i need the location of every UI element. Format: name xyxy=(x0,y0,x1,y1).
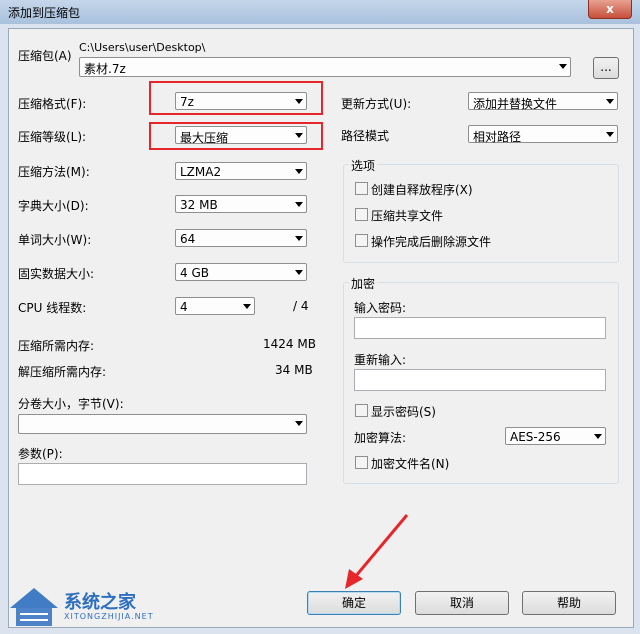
chevron-down-icon xyxy=(295,236,303,241)
method-label: 压缩方法(M): xyxy=(18,165,90,179)
cancel-button[interactable]: 取消 xyxy=(415,591,509,615)
volume-combo[interactable] xyxy=(18,414,307,434)
encrypt-names-checkbox[interactable] xyxy=(355,456,368,469)
options-title: 选项 xyxy=(349,157,378,174)
pathmode-select[interactable]: 相对路径 xyxy=(468,125,618,144)
chevron-down-icon xyxy=(295,169,303,174)
browse-button[interactable]: ... xyxy=(593,57,619,79)
encrypt-names-label: 加密文件名(N) xyxy=(371,457,450,471)
shared-label: 压缩共享文件 xyxy=(371,209,444,223)
word-select[interactable]: 64 xyxy=(175,229,307,247)
update-select[interactable]: 添加并替换文件 xyxy=(468,92,618,111)
mem-compress-label: 压缩所需内存: xyxy=(18,339,95,353)
highlight-box xyxy=(149,122,323,150)
method-select[interactable]: LZMA2 xyxy=(175,162,307,180)
threads-max: / 4 xyxy=(293,299,309,313)
pathmode-value: 相对路径 xyxy=(473,130,522,144)
delete-label: 操作完成后删除源文件 xyxy=(371,235,492,249)
level-label: 压缩等级(L): xyxy=(18,130,87,144)
sfx-checkbox[interactable] xyxy=(355,182,368,195)
dict-select[interactable]: 32 MB xyxy=(175,195,307,213)
method-value: LZMA2 xyxy=(180,165,222,179)
watermark-sub: XITONGZHIJIA.NET xyxy=(64,612,154,621)
show-password-checkbox[interactable] xyxy=(355,404,368,417)
sfx-label: 创建自释放程序(X) xyxy=(371,183,473,197)
highlight-box xyxy=(149,81,323,115)
params-label: 参数(P): xyxy=(18,447,63,461)
threads-value: 4 xyxy=(180,300,188,314)
help-button[interactable]: 帮助 xyxy=(522,591,616,615)
chevron-down-icon xyxy=(559,64,567,69)
threads-select[interactable]: 4 xyxy=(175,297,255,315)
mem-decompress-label: 解压缩所需内存: xyxy=(18,365,107,379)
threads-label: CPU 线程数: xyxy=(18,301,87,315)
mem-decompress-value: 34 MB xyxy=(275,363,313,377)
update-value: 添加并替换文件 xyxy=(473,97,558,111)
window-title: 添加到压缩包 xyxy=(8,6,81,20)
chevron-down-icon xyxy=(295,421,303,426)
show-password-label: 显示密码(S) xyxy=(371,405,436,419)
archive-path: C:\Users\user\Desktop\ xyxy=(79,41,206,54)
close-button[interactable]: x xyxy=(588,0,632,19)
chevron-down-icon xyxy=(606,99,614,104)
archive-name-combo[interactable]: 素材.7z xyxy=(79,57,571,77)
word-label: 单词大小(W): xyxy=(18,233,92,247)
solid-label: 固实数据大小: xyxy=(18,267,95,281)
pathmode-label: 路径模式 xyxy=(341,129,390,143)
site-watermark: 系统之家 XITONGZHIJIA.NET xyxy=(0,578,170,634)
archive-label: 压缩包(A) xyxy=(18,49,72,63)
password-input[interactable] xyxy=(354,317,606,339)
encryption-method-select[interactable]: AES-256 xyxy=(505,427,606,445)
chevron-down-icon xyxy=(594,434,602,439)
dialog-body: 压缩包(A) C:\Users\user\Desktop\ 素材.7z ... … xyxy=(8,28,634,628)
update-label: 更新方式(U): xyxy=(341,97,412,111)
encryption-method-value: AES-256 xyxy=(510,430,561,444)
chevron-down-icon xyxy=(295,202,303,207)
volume-label: 分卷大小，字节(V): xyxy=(18,397,124,411)
solid-select[interactable]: 4 GB xyxy=(175,263,307,281)
house-logo-icon xyxy=(10,588,58,626)
solid-value: 4 GB xyxy=(180,266,209,280)
chevron-down-icon xyxy=(295,270,303,275)
add-to-archive-dialog: 添加到压缩包 x 压缩包(A) C:\Users\user\Desktop\ 素… xyxy=(0,0,640,634)
chevron-down-icon xyxy=(243,304,251,309)
encryption-method-label: 加密算法: xyxy=(354,431,407,445)
red-arrow-icon xyxy=(345,514,409,589)
ok-button[interactable]: 确定 xyxy=(307,591,401,615)
watermark-text: 系统之家 xyxy=(64,592,136,613)
reenter-input[interactable] xyxy=(354,369,606,391)
dict-value: 32 MB xyxy=(180,198,218,212)
title-bar: 添加到压缩包 x xyxy=(0,0,640,24)
reenter-label: 重新输入: xyxy=(354,353,407,367)
word-value: 64 xyxy=(180,232,196,246)
format-label: 压缩格式(F): xyxy=(18,97,87,111)
mem-compress-value: 1424 MB xyxy=(263,337,316,351)
params-input[interactable] xyxy=(18,463,307,485)
shared-checkbox[interactable] xyxy=(355,208,368,221)
delete-checkbox[interactable] xyxy=(355,234,368,247)
password-label: 输入密码: xyxy=(354,301,407,315)
archive-name-value: 素材.7z xyxy=(84,62,126,76)
encryption-title: 加密 xyxy=(349,275,378,292)
chevron-down-icon xyxy=(606,132,614,137)
dict-label: 字典大小(D): xyxy=(18,199,89,213)
